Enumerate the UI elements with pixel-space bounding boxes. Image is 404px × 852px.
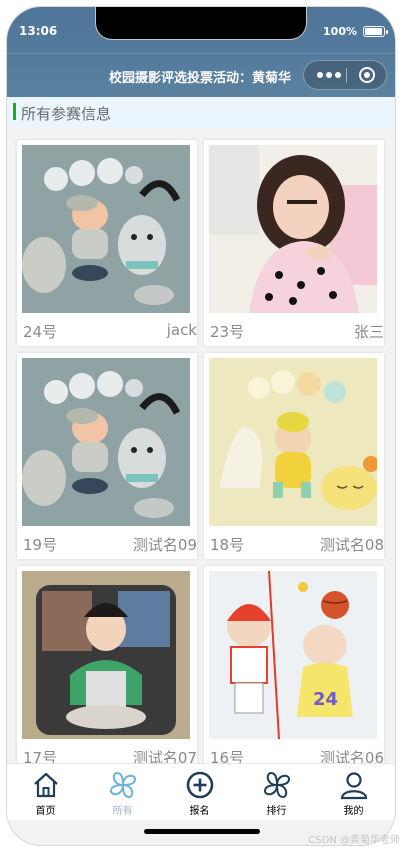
battery-level: 100% <box>323 25 357 38</box>
entry-number: 19号 <box>23 536 58 554</box>
capsule-divider <box>346 68 347 83</box>
home-icon <box>34 772 58 798</box>
tab-ranking[interactable]: 排行 <box>238 764 315 820</box>
entry-name: 测试名09 <box>132 536 197 554</box>
status-time: 13:06 <box>19 24 58 38</box>
tab-label: 排行 <box>266 806 287 817</box>
tab-label: 报名 <box>189 806 210 817</box>
tab-mine[interactable]: 我的 <box>315 764 392 820</box>
entry-photo[interactable] <box>22 571 190 739</box>
page-title: 校园摄影评选投票活动：黄菊华 <box>108 71 291 86</box>
tab-label: 所有 <box>112 806 133 817</box>
svg-text:24: 24 <box>313 689 338 710</box>
clover-icon <box>263 771 291 799</box>
tab-bar: 首页 所有 报名 排行 我的 <box>7 763 395 820</box>
entry-number: 18号 <box>210 536 245 554</box>
entry-photo[interactable] <box>209 145 377 313</box>
entry-card[interactable]: 23号 张三 <box>204 140 384 346</box>
entry-photo[interactable] <box>209 358 377 526</box>
section-accent-bar <box>13 103 16 120</box>
watermark: CSDN @黄菊华老师 <box>308 835 400 846</box>
entry-name: 张三 <box>353 323 384 341</box>
tab-label: 首页 <box>35 806 56 817</box>
entry-number: 24号 <box>23 323 58 341</box>
phone-screen: 13:06 100% 校园摄影评选投票活动：黄菊华 所有参赛信息 24号 jac… <box>7 7 395 845</box>
entry-card[interactable]: 18号 测试名08 <box>204 353 384 559</box>
entry-card[interactable]: 17号 测试名07 <box>17 566 197 772</box>
clover-icon <box>109 771 137 799</box>
device-notch <box>96 7 306 39</box>
tab-register[interactable]: 报名 <box>161 764 238 820</box>
home-indicator[interactable] <box>144 829 260 834</box>
navigation-bar: 校园摄影评选投票活动：黄菊华 <box>7 53 395 98</box>
entry-grid: 24号 jack 23号 张三 19号 测试名09 18号 测试名08 17号 … <box>7 127 395 772</box>
miniprogram-capsule <box>303 60 387 90</box>
section-header: 所有参赛信息 <box>7 97 395 127</box>
battery-icon <box>363 26 388 37</box>
add-circle-icon <box>186 771 214 799</box>
entry-card[interactable]: 24 16号 测试名06 <box>204 566 384 772</box>
more-icon[interactable] <box>317 70 341 80</box>
entry-card[interactable]: 24号 jack <box>17 140 197 346</box>
entry-photo[interactable] <box>22 358 190 526</box>
entry-number: 23号 <box>210 323 245 341</box>
section-title: 所有参赛信息 <box>21 105 112 123</box>
entry-photo[interactable]: 24 <box>209 571 377 739</box>
entry-name: 测试名08 <box>319 536 384 554</box>
user-icon <box>340 772 368 800</box>
entry-photo[interactable] <box>22 145 190 313</box>
close-miniprogram-icon[interactable] <box>359 67 375 83</box>
entry-card[interactable]: 19号 测试名09 <box>17 353 197 559</box>
tab-home[interactable]: 首页 <box>7 764 84 820</box>
entry-name: jack <box>166 321 197 339</box>
tab-all[interactable]: 所有 <box>84 764 161 820</box>
tab-label: 我的 <box>343 806 364 817</box>
